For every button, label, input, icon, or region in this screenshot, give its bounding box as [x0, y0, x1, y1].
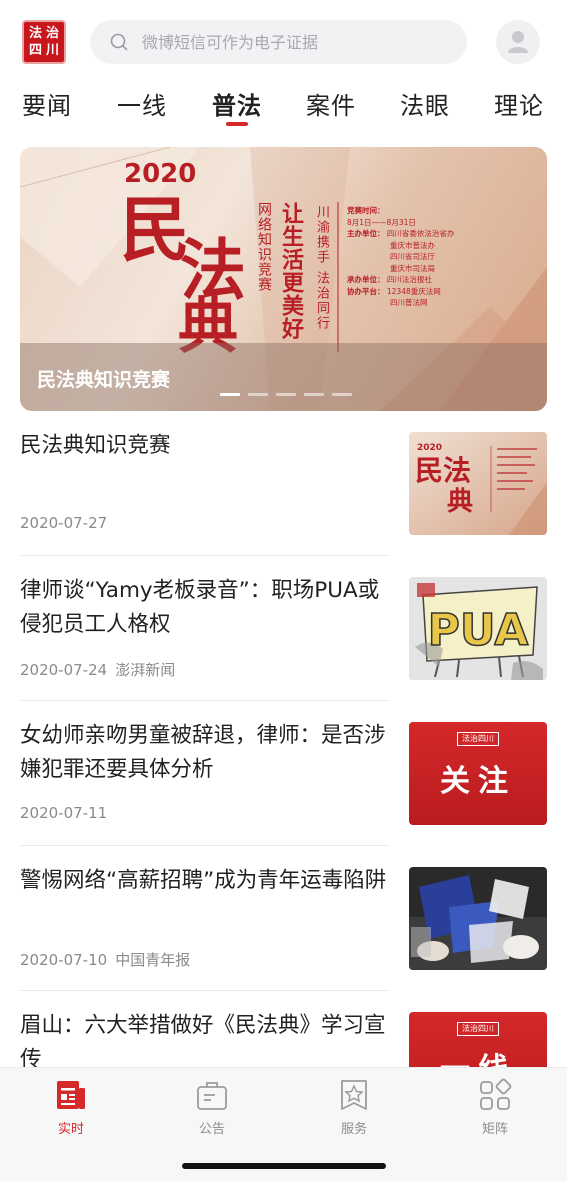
- news-thumbnail: [409, 867, 547, 970]
- news-item[interactable]: 民法典知识竞赛 2020-07-27 2020 民法 典: [0, 425, 567, 571]
- news-thumbnail: 法治四川 一线: [409, 1012, 547, 1067]
- news-source: 澎湃新闻: [115, 661, 176, 679]
- search-icon: [110, 33, 128, 51]
- search-input[interactable]: [142, 32, 432, 52]
- thumb-logo: 法治四川: [457, 732, 499, 746]
- news-source: 中国青年报: [115, 951, 191, 969]
- news-item[interactable]: 眉山：六大举措做好《民法典》学习宣传 法治四川 一线: [0, 1005, 567, 1067]
- logo-char: 治: [45, 26, 59, 41]
- carousel-dot[interactable]: [248, 393, 268, 396]
- hero-banner[interactable]: 2020 民 法 典 网络知识竞赛 让生活更美好 川渝携手 法治同行 竞赛时间：…: [20, 147, 547, 411]
- info-value: 四川省委依法治省办: [386, 229, 455, 238]
- svg-text:典: 典: [447, 487, 473, 517]
- search-bar[interactable]: [90, 20, 467, 64]
- carousel-dots: [220, 393, 352, 396]
- info-value: 四川普法网: [390, 298, 428, 307]
- news-meta: 2020-07-24 澎湃新闻: [20, 659, 175, 680]
- nav-realtime[interactable]: 实时: [31, 1078, 111, 1137]
- tab-pufa[interactable]: 普法: [212, 86, 262, 121]
- news-title: 女幼师亲吻男童被辞退，律师：是否涉嫌犯罪还要具体分析: [20, 723, 386, 782]
- list-divider: [20, 555, 390, 556]
- active-tab-indicator: [226, 122, 248, 126]
- newspaper-icon: [57, 1081, 85, 1109]
- news-title: 律师谈“Yamy老板录音”：职场PUA或侵犯员工人格权: [20, 578, 380, 637]
- info-value: 8月1日——8月31日: [347, 217, 416, 227]
- info-label: 承办单位：: [347, 275, 385, 284]
- info-value: 12348重庆法网: [386, 286, 441, 296]
- nav-announcement[interactable]: 公告: [172, 1078, 252, 1137]
- app-logo[interactable]: 法 治 四 川: [22, 20, 66, 64]
- thumb-photo-image: [409, 867, 547, 970]
- logo-char: 川: [45, 43, 59, 58]
- grid-icon: [480, 1078, 512, 1110]
- carousel-dot[interactable]: [220, 393, 240, 396]
- news-title: 警惕网络“高薪招聘”成为青年运毒陷阱: [20, 868, 387, 893]
- nav-label: 公告: [198, 1122, 225, 1137]
- tab-fayan[interactable]: 法眼: [400, 86, 450, 121]
- thumb-pua-image: PUA: [409, 577, 547, 680]
- news-meta: 2020-07-27: [20, 514, 107, 532]
- nav-label: 实时: [57, 1122, 84, 1137]
- nav-service[interactable]: 服务: [314, 1078, 394, 1137]
- tab-yaowen[interactable]: 要闻: [22, 86, 72, 121]
- nav-label: 服务: [340, 1122, 367, 1137]
- carousel-dot[interactable]: [332, 393, 352, 396]
- list-divider: [20, 845, 390, 846]
- tab-anjian[interactable]: 案件: [306, 86, 356, 121]
- info-label: 竞赛时间：: [347, 206, 385, 215]
- news-title: 眉山：六大举措做好《民法典》学习宣传: [20, 1013, 386, 1067]
- news-thumbnail: 法治四川 关注: [409, 722, 547, 825]
- news-title: 民法典知识竞赛: [20, 433, 171, 458]
- avatar-button[interactable]: [496, 20, 540, 64]
- logo-char: 四: [28, 43, 42, 58]
- tab-lilun[interactable]: 理论: [494, 86, 544, 121]
- nav-label: 矩阵: [481, 1122, 508, 1137]
- svg-text:民法: 民法: [415, 454, 471, 487]
- banner-year: 2020: [124, 159, 197, 189]
- news-item[interactable]: 律师谈“Yamy老板录音”：职场PUA或侵犯员工人格权 2020-07-24 澎湃…: [0, 570, 567, 716]
- carousel-dot[interactable]: [304, 393, 324, 396]
- info-label: 协办平台：: [347, 286, 385, 296]
- star-doc-icon: [341, 1080, 367, 1110]
- thumb-label: 关注: [440, 764, 516, 799]
- briefcase-icon: [197, 1082, 227, 1110]
- banner-subtitle: 网络知识竞赛: [256, 202, 272, 292]
- news-thumbnail: 2020 民法 典: [409, 432, 547, 535]
- news-date: 2020-07-27: [20, 514, 108, 532]
- svg-text:PUA: PUA: [428, 605, 529, 656]
- news-date: 2020-07-24: [20, 661, 108, 679]
- banner-tagline: 川渝携手 法治同行: [314, 205, 329, 332]
- news-thumbnail: PUA: [409, 577, 547, 680]
- tab-yixian[interactable]: 一线: [117, 86, 167, 121]
- thumb-label: 一线: [409, 1044, 547, 1067]
- list-divider: [20, 700, 390, 701]
- news-meta: 2020-07-10 中国青年报: [20, 949, 190, 970]
- news-meta: 2020-07-11: [20, 804, 107, 822]
- thumb-banner-image: 2020 民法 典: [409, 432, 547, 535]
- category-tabs: 要闻 一线 普法 案件 法眼 理论: [0, 80, 567, 130]
- banner-slogan: 让生活更美好: [278, 202, 303, 340]
- news-item[interactable]: 警惕网络“高薪招聘”成为青年运毒陷阱 2020-07-10 中国青年报: [0, 860, 567, 1006]
- info-value: 四川省司法厅: [390, 252, 435, 261]
- info-value: 重庆市司法局: [390, 263, 435, 273]
- info-label: 主办单位：: [347, 229, 385, 238]
- banner-info: 竞赛时间： 8月1日——8月31日 主办单位： 四川省委依法治省办 重庆市普法办…: [347, 205, 454, 309]
- top-header: 法 治 四 川: [0, 0, 567, 80]
- svg-text:2020: 2020: [417, 443, 442, 453]
- list-divider: [20, 990, 390, 991]
- user-icon: [508, 31, 528, 53]
- banner-caption: 民法典知识竞赛: [37, 369, 171, 391]
- nav-matrix[interactable]: 矩阵: [455, 1078, 535, 1137]
- info-value: 重庆市普法办: [390, 240, 435, 250]
- thumb-logo: 法治四川: [457, 1022, 499, 1036]
- info-value: 四川法治报社: [386, 275, 432, 284]
- news-item[interactable]: 女幼师亲吻男童被辞退，律师：是否涉嫌犯罪还要具体分析 2020-07-11 法治…: [0, 715, 567, 861]
- home-indicator[interactable]: [182, 1163, 386, 1169]
- news-date: 2020-07-10: [20, 951, 108, 969]
- news-date: 2020-07-11: [20, 804, 108, 822]
- logo-char: 法: [28, 26, 42, 41]
- carousel-dot[interactable]: [276, 393, 296, 396]
